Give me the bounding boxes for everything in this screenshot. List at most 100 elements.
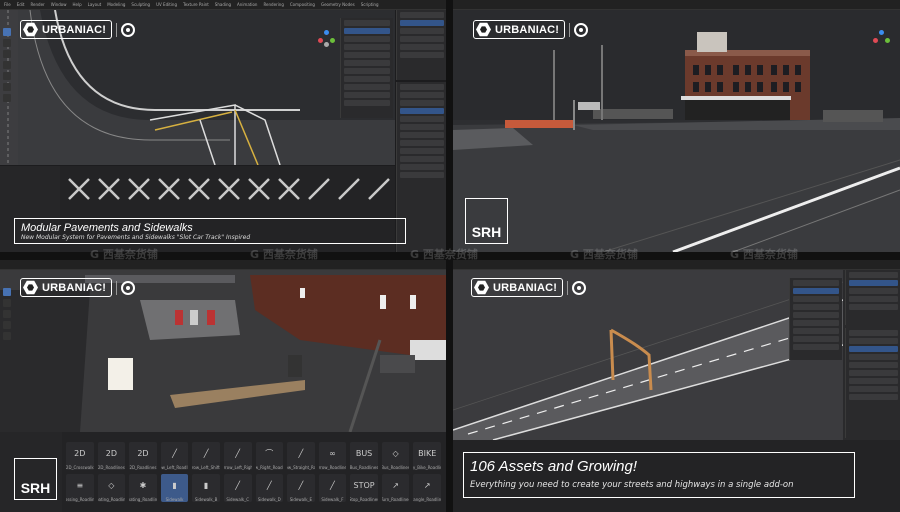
- asset-tile[interactable]: 2D 2D_Roadlines: [97, 442, 126, 470]
- street-scene-viewport[interactable]: [453, 10, 900, 252]
- asset-tile[interactable]: ╱ Arrow_Straight_Roadl: [287, 442, 315, 470]
- viewport-bottom-left: URBANIAC! 2D 2D_Crosswalk 2D 2D_Roadlines 2D…: [0, 260, 446, 512]
- brand-header: URBANIAC!: [20, 20, 136, 39]
- move-tool-icon[interactable]: [3, 50, 11, 58]
- brand-header-2: URBANIAC!: [473, 20, 589, 39]
- asset-tile[interactable]: ╱ Arrow_Left_Right: [223, 442, 252, 470]
- asset-label: Floating_Roadlines: [129, 497, 157, 502]
- asset-tile[interactable]: 2D 2D_Roadlines: [129, 442, 157, 470]
- cursor-tool-icon[interactable]: [3, 39, 11, 47]
- asset-tile[interactable]: ◇ Floating_Roadlines: [97, 474, 126, 502]
- asset-tile[interactable]: ↗ Triangle_Roadlines: [413, 474, 441, 502]
- asset-tile[interactable]: ∞ Arrow_Roadlines: [318, 442, 347, 470]
- menu-item[interactable]: Layout: [88, 2, 102, 7]
- cursor-tool-icon[interactable]: [3, 299, 11, 307]
- asset-label: Floating_Roadlines: [98, 497, 126, 502]
- asset-tile[interactable]: BIKE City_Bike_Roadlines: [413, 442, 441, 470]
- menu-item[interactable]: Edit: [17, 2, 25, 7]
- asset-thumbnail-icon: ✱: [139, 481, 147, 490]
- asset-tile[interactable]: ╱ Sidewalk_D: [255, 474, 284, 502]
- move-tool-icon[interactable]: [3, 310, 11, 318]
- asset-tile[interactable]: ⌒ Arrow_Right_Roadlines: [255, 442, 284, 470]
- hex-logo-icon: [474, 280, 489, 295]
- asset-label: Sidewalk_B: [194, 497, 218, 502]
- asset-tile[interactable]: 2D 2D_Crosswalk: [66, 442, 94, 470]
- scale-tool-icon[interactable]: [3, 72, 11, 80]
- asset-thumbnail-icon: ∞: [329, 449, 336, 458]
- asset-label: Arrow_Straight_Roadl: [287, 465, 315, 470]
- n-panel: [340, 18, 393, 118]
- menu-item[interactable]: Sculpting: [131, 2, 150, 7]
- properties-panel-2: [845, 328, 900, 438]
- asset-tile[interactable]: ▮ Sidewalk: [160, 474, 189, 502]
- outliner-panel: [396, 10, 446, 80]
- asset-thumbnail-icon: ◇: [392, 449, 399, 458]
- caption-subtitle: New Modular System for Pavements and Sid…: [21, 234, 251, 241]
- urbaniac-logo-3: URBANIAC!: [20, 278, 113, 297]
- asset-tile[interactable]: BUS Bus_Roadlines: [350, 442, 378, 470]
- asset-tile[interactable]: STOP Stop_Roadlines: [350, 474, 378, 502]
- divider: [569, 22, 571, 37]
- menu-item[interactable]: Window: [51, 2, 67, 7]
- menu-item[interactable]: UV Editing: [156, 2, 177, 7]
- asset-tile[interactable]: ╱ Arrow_Left_Roadlines: [160, 442, 189, 470]
- asset-thumbnail-icon: ↗: [392, 481, 399, 490]
- menu-item[interactable]: Compositing: [290, 2, 315, 7]
- asset-tile[interactable]: ≡ Crossing_Roadlines: [66, 474, 94, 502]
- asset-thumbnail-icon: 2D: [137, 449, 149, 458]
- asset-label: Sidewalk_D: [257, 497, 281, 502]
- asset-tile[interactable]: ✱ Floating_Roadlines: [129, 474, 157, 502]
- menu-item[interactable]: Render: [30, 2, 44, 7]
- asset-thumbnail-icon: ╱: [203, 449, 209, 458]
- asset-label: Bus_Roadlines: [350, 465, 378, 470]
- urbaniac-logo-2: URBANIAC!: [473, 20, 566, 39]
- select-tool-icon[interactable]: [3, 28, 11, 36]
- title-caption-box: Modular Pavements and Sidewalks New Modu…: [14, 218, 406, 244]
- asset-label: Sidewalk: [165, 497, 184, 502]
- asset-thumbnail-icon: ╱: [235, 481, 241, 490]
- rotate-tool-icon[interactable]: [3, 321, 11, 329]
- annotate-tool-icon[interactable]: [3, 83, 11, 91]
- asset-label: Stop_Roadlines: [350, 497, 378, 502]
- axis-gizmo-icon[interactable]: [873, 30, 891, 48]
- asset-tile[interactable]: ╱ Sidewalk_E: [287, 474, 315, 502]
- asset-label: Arrow_Roadlines: [318, 465, 347, 470]
- watermark: G 西基奈货铺: [90, 248, 158, 261]
- asset-tile[interactable]: ╱ Arrow_Left_Shifted: [192, 442, 220, 470]
- tagline: Everything you need to create your stree…: [470, 480, 794, 490]
- axis-gizmo-icon[interactable]: [318, 30, 336, 48]
- asset-label: 2D_Crosswalk: [66, 465, 94, 470]
- watermark: G 西基奈货铺: [570, 248, 638, 261]
- divider: [567, 280, 569, 295]
- asset-thumbnail-icon: ⌒: [265, 449, 274, 458]
- menu-item[interactable]: Help: [72, 2, 81, 7]
- asset-tile[interactable]: ↗ Turn_Roadlines: [381, 474, 410, 502]
- measure-tool-icon[interactable]: [3, 94, 11, 102]
- asset-label: Turn_Roadlines: [381, 497, 410, 502]
- menu-item[interactable]: File: [4, 2, 11, 7]
- scale-tool-icon[interactable]: [3, 332, 11, 340]
- top-menu-bar: File Edit Render Window Help Layout Modeling Sc…: [0, 0, 446, 10]
- asset-tile[interactable]: ╱ Sidewalk_C: [223, 474, 252, 502]
- asset-label: Bus_Roadlines: [381, 465, 410, 470]
- menu-item[interactable]: Animation: [237, 2, 257, 7]
- asset-thumbnail-icon: 2D: [105, 449, 117, 458]
- asset-tile[interactable]: ▮ Sidewalk_B: [192, 474, 220, 502]
- urbaniac-logo-4: URBANIAC!: [471, 278, 564, 297]
- menu-item[interactable]: Scripting: [361, 2, 379, 7]
- menu-item[interactable]: Rendering: [263, 2, 283, 7]
- tool-strip: [3, 28, 13, 102]
- asset-label: Sidewalk_F: [321, 497, 344, 502]
- asset-tile[interactable]: ╱ Sidewalk_F: [318, 474, 347, 502]
- asset-tile[interactable]: ◇ Bus_Roadlines: [381, 442, 410, 470]
- select-tool-icon[interactable]: [3, 288, 11, 296]
- watermark: G 西基奈货铺: [250, 248, 318, 261]
- urbaniac-logo: URBANIAC!: [20, 20, 113, 39]
- menu-item[interactable]: Geometry Nodes: [321, 2, 355, 7]
- menu-item[interactable]: Shading: [215, 2, 231, 7]
- asset-label: 2D_Roadlines: [97, 465, 125, 470]
- rotate-tool-icon[interactable]: [3, 61, 11, 69]
- menu-item[interactable]: Texture Paint: [183, 2, 209, 7]
- asset-thumbnail-icon: 2D: [74, 449, 86, 458]
- menu-item[interactable]: Modeling: [107, 2, 125, 7]
